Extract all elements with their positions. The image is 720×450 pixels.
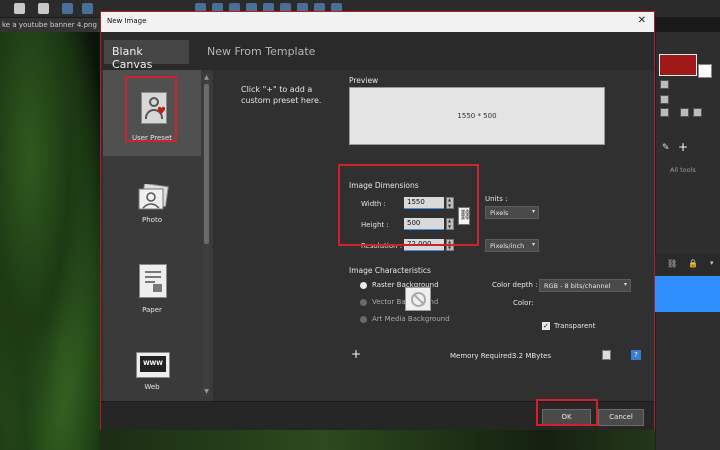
pattern-icon[interactable] [680,108,689,117]
dialog-tabs: Blank Canvas New From Template [101,32,654,71]
background-color-swatch[interactable] [698,64,712,78]
brush-icon[interactable]: ✎ [662,143,670,153]
cancel-button[interactable]: Cancel [598,409,644,426]
close-icon[interactable]: ✕ [638,16,646,26]
web-icon: WWW [136,352,170,378]
new-image-dialog: New Image ✕ Blank Canvas New From Templa… [100,11,655,430]
preset-web[interactable]: WWW Web [103,336,201,398]
scroll-down-icon[interactable]: ▼ [203,388,210,396]
transparent-checkbox[interactable]: ✓ [542,322,550,330]
art-media-background-radio[interactable] [360,316,367,323]
print-icon[interactable] [38,3,49,14]
memory-required-label: Memory Required: [450,352,515,360]
user-preset-icon: ♥ [141,92,167,124]
dialog-titlebar: New Image ✕ [101,12,654,32]
raster-background-radio[interactable] [360,282,367,289]
save-preset-icon[interactable] [602,350,611,360]
color-depth-dropdown[interactable]: RGB - 8 bits/channel ▾ [539,279,631,292]
width-stepper[interactable] [446,197,454,209]
width-input[interactable]: 1550 [404,197,444,209]
tab-new-from-template[interactable]: New From Template [199,40,323,64]
lock-icon[interactable]: 🔒 [688,259,698,268]
image-characteristics-label: Image Characteristics [349,266,431,275]
link-icon[interactable]: ⛓ [667,259,677,268]
preview-box: 1550 * 500 [349,87,605,145]
preset-list: ♥ User Preset Photo Paper WWW Web ▲ ▼ [103,70,213,401]
toolbar-icon[interactable] [62,3,73,14]
resolution-units-dropdown[interactable]: Pixels/inch ▾ [485,239,539,252]
texture-icon[interactable] [660,95,669,104]
layers-toolbar: ⛓ 🔒 ▾ [655,255,720,275]
lock-aspect-ratio-button[interactable]: ⛓ [458,207,472,225]
preset-scrollbar[interactable]: ▲ ▼ [203,74,210,396]
height-input[interactable]: 500 [404,218,444,230]
toolbar-icon[interactable] [82,3,93,14]
no-color-icon [411,292,426,307]
memory-required-value: 3.2 MBytes [512,352,552,360]
add-preset-button[interactable]: + [351,348,361,360]
preset-user-preset[interactable]: ♥ User Preset [103,70,201,156]
preset-label: User Preset [131,134,172,142]
foreground-color-swatch[interactable] [659,54,697,76]
resolution-input[interactable]: 72.000 [404,239,444,251]
resolution-label: Resolution : [361,242,403,250]
preset-label: Paper [142,306,162,314]
art-media-background-label[interactable]: Art Media Background [372,315,450,323]
canvas-photo-strip [100,430,655,450]
paper-icon [139,264,167,298]
help-icon[interactable]: ? [631,350,641,360]
swap-colors-icon[interactable] [660,80,669,89]
preset-label: Photo [142,216,162,224]
background-color-well[interactable] [405,287,431,311]
preset-paper[interactable]: Paper [103,250,201,322]
units-value: Pixels [490,209,509,217]
share-icon[interactable] [14,3,25,14]
all-tools-label: All tools [670,166,696,174]
document-tab[interactable]: ke a youtube banner 4.png [0,18,100,32]
color-depth-label: Color depth : [492,281,538,289]
resolution-units-value: Pixels/inch [490,242,525,250]
pattern-icon[interactable] [693,108,702,117]
units-label: Units : [485,195,508,203]
ok-button[interactable]: OK [542,409,591,426]
preview-label: Preview [349,76,379,85]
photo-icon [138,184,169,210]
image-dimensions-label: Image Dimensions [349,181,419,190]
chevron-down-icon: ▾ [531,208,535,215]
chevron-down-icon: ▾ [531,241,535,248]
add-tool-icon[interactable]: + [678,141,688,153]
preset-photo[interactable]: Photo [103,166,201,238]
height-stepper[interactable] [446,218,454,230]
tab-blank-canvas[interactable]: Blank Canvas [104,40,189,71]
dialog-footer: OK Cancel [101,401,654,430]
chevron-down-icon: ▾ [623,281,627,288]
chevron-down-icon[interactable]: ▾ [710,259,714,267]
transparent-label[interactable]: Transparent [554,322,595,330]
width-label: Width : [361,200,386,208]
dialog-title: New Image [107,17,147,25]
resolution-stepper[interactable] [446,239,454,251]
preset-label: Web [144,383,160,391]
color-label: Color: [513,299,534,307]
selected-layer[interactable] [655,276,720,312]
gradient-icon[interactable] [660,108,669,117]
height-label: Height : [361,221,389,229]
units-dropdown[interactable]: Pixels ▾ [485,206,539,219]
custom-preset-hint: Click "+" to add a custom preset here. [241,85,322,105]
canvas-photo [0,32,100,450]
vector-background-radio[interactable] [360,299,367,306]
scroll-up-icon[interactable]: ▲ [203,74,210,82]
scroll-thumb[interactable] [204,84,209,244]
color-depth-value: RGB - 8 bits/channel [544,282,611,290]
